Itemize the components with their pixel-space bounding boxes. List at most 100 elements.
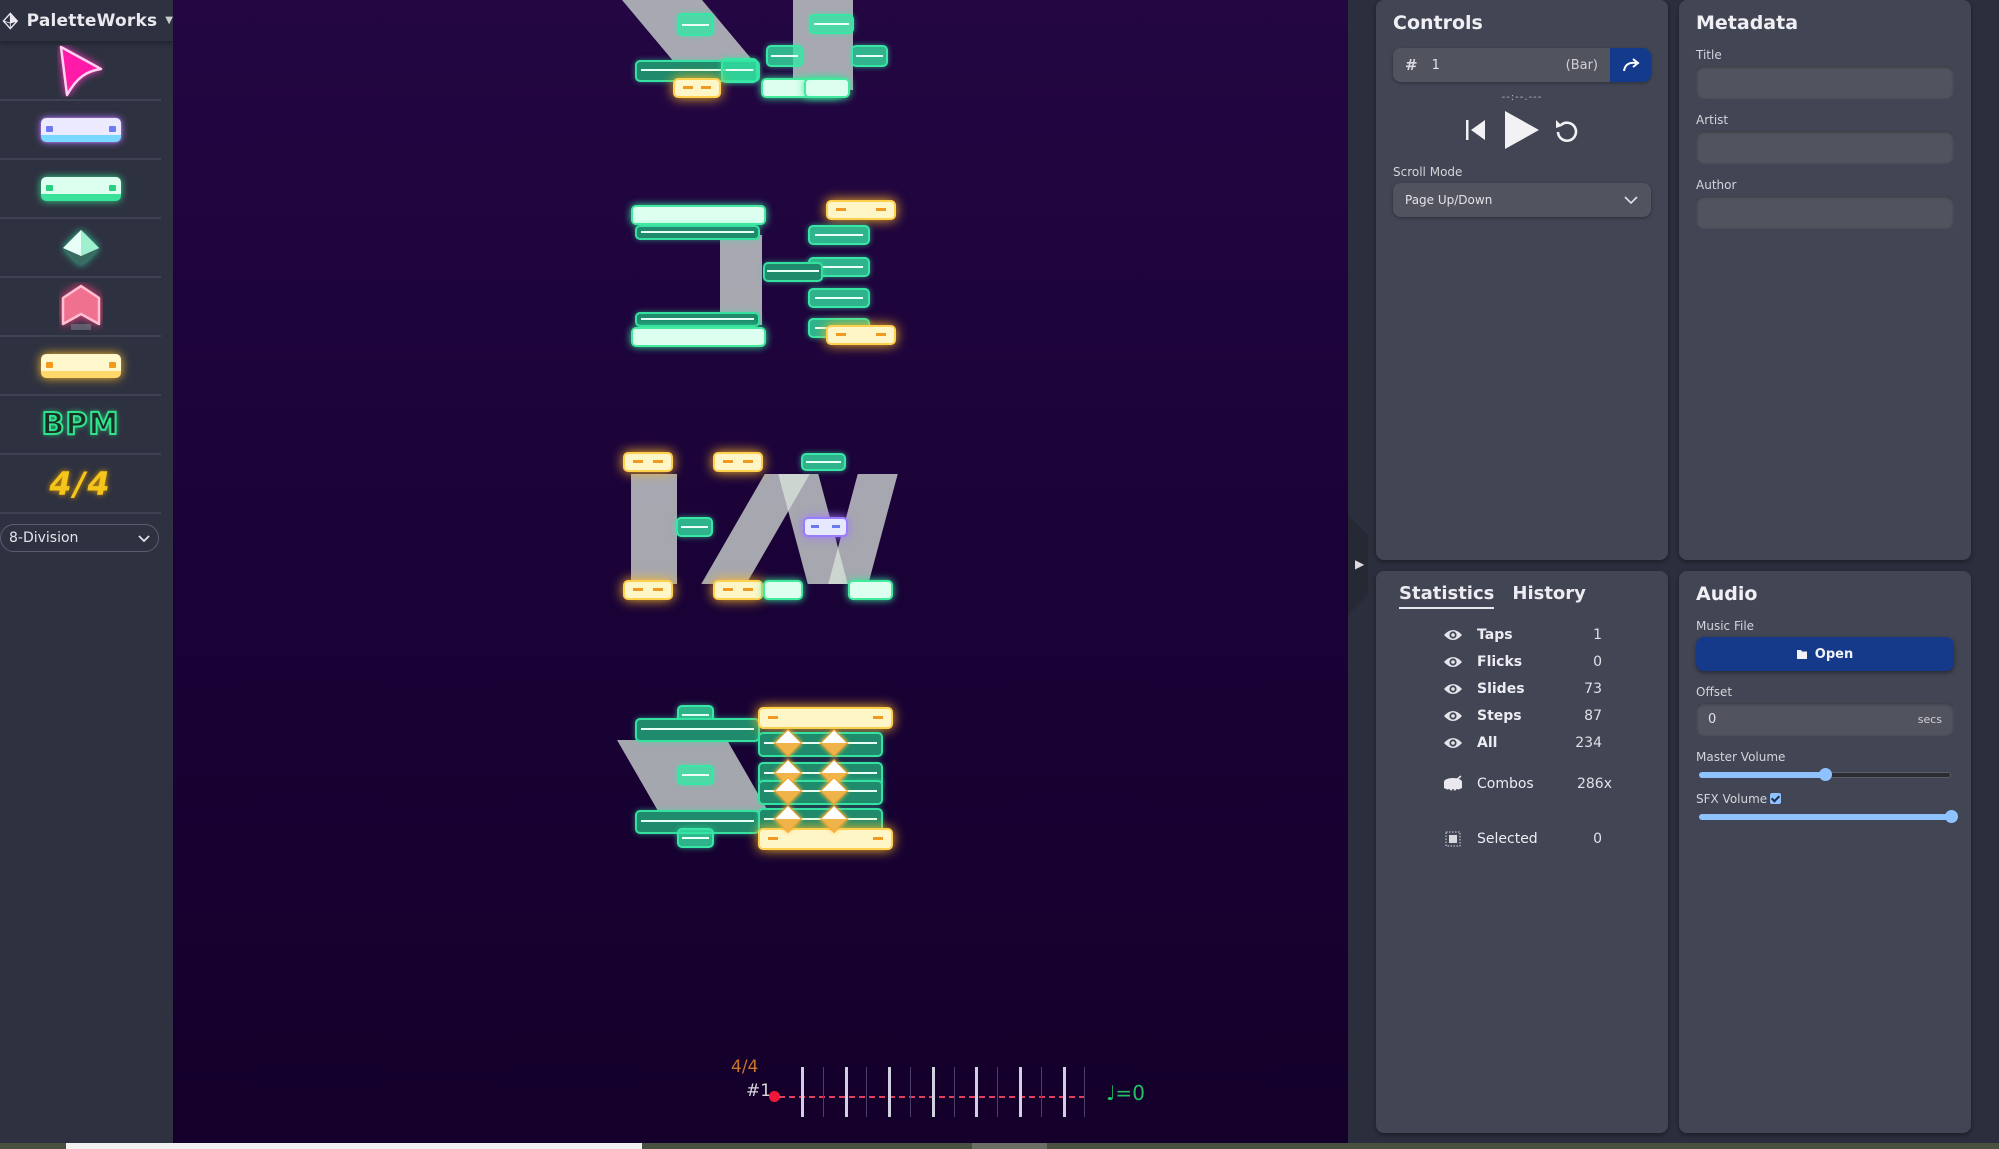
bpm-label: ♩=0	[1106, 1081, 1145, 1105]
transport-controls	[1393, 109, 1651, 151]
title-field[interactable]	[1696, 66, 1954, 99]
slide-node[interactable]	[676, 517, 713, 537]
critical-note[interactable]	[713, 580, 763, 600]
replay-icon[interactable]	[1553, 116, 1581, 144]
artist-field-label: Artist	[1696, 113, 1729, 127]
tap-note[interactable]	[804, 78, 850, 98]
metadata-panel: Metadata Title Artist Author	[1679, 0, 1971, 560]
beat-tick	[822, 1067, 824, 1117]
tab-statistics[interactable]: Statistics	[1399, 583, 1495, 609]
critical-note[interactable]	[623, 580, 673, 600]
sfx-enabled-checkbox[interactable]	[1770, 793, 1782, 804]
eye-icon[interactable]	[1443, 655, 1463, 669]
stat-label: Slides	[1477, 680, 1525, 697]
master-volume-slider[interactable]	[1696, 768, 1954, 782]
stat-label: Taps	[1477, 626, 1513, 643]
slide-node[interactable]	[677, 765, 714, 785]
play-icon[interactable]	[1501, 109, 1541, 151]
eye-icon[interactable]	[1443, 682, 1463, 696]
slide-note[interactable]	[635, 225, 760, 240]
caret-right-icon: ▶	[1355, 557, 1365, 571]
flick-note[interactable]	[803, 517, 848, 537]
slide-node[interactable]	[808, 288, 870, 308]
stat-value: 73	[1584, 680, 1602, 697]
eye-icon[interactable]	[1443, 736, 1463, 750]
stat-row-flicks: Flicks 0	[1393, 648, 1651, 675]
horizontal-scrollbar[interactable]	[0, 1143, 1999, 1149]
stat-row-steps: Steps 87	[1393, 702, 1651, 729]
tap-note[interactable]	[763, 580, 803, 600]
critical-note[interactable]	[758, 707, 893, 729]
hash-icon: #	[1405, 56, 1418, 74]
critical-note[interactable]	[623, 452, 673, 472]
slide-node[interactable]	[809, 14, 854, 34]
stat-label: All	[1477, 734, 1498, 751]
artist-field[interactable]	[1696, 131, 1954, 164]
slide-node[interactable]	[801, 453, 846, 471]
bar-unit-label: (Bar)	[1565, 57, 1598, 73]
beat-tick	[1062, 1067, 1066, 1117]
slide-node[interactable]	[851, 45, 888, 67]
scrollbar-thumb[interactable]	[66, 1143, 642, 1149]
stat-value: 234	[1575, 734, 1602, 751]
offset-label: Offset	[1696, 685, 1733, 699]
note-palette: PaletteWorks ▼ BPM 4/4 8-Division	[0, 0, 173, 1143]
slide-note[interactable]	[635, 312, 760, 327]
sfx-volume-slider[interactable]	[1696, 810, 1958, 824]
tool-tap-note[interactable]	[0, 160, 161, 219]
master-volume-handle[interactable]	[1819, 768, 1832, 781]
critical-note[interactable]	[713, 452, 763, 472]
tool-bpm[interactable]: BPM	[0, 396, 161, 455]
beat-tick	[888, 1067, 892, 1117]
tap-note[interactable]	[631, 327, 766, 347]
bar-input-value: 1	[1431, 57, 1440, 73]
chart-editor-canvas[interactable]: Ait FmtnSbI€KASE 4/4 #1 ♩=0 1.0x	[173, 0, 1348, 1143]
skip-to-start-icon[interactable]	[1463, 117, 1489, 143]
author-field-label: Author	[1696, 178, 1737, 192]
collapse-panel-handle[interactable]: ▶	[1348, 515, 1368, 615]
slide-node[interactable]	[677, 13, 714, 36]
tool-critical-note[interactable]	[0, 337, 161, 396]
sfx-volume-label: SFX Volume	[1696, 792, 1768, 806]
beat-tick	[1084, 1067, 1086, 1117]
bar-input[interactable]: # 1 (Bar)	[1393, 48, 1610, 82]
scroll-mode-select[interactable]: Page Up/Down	[1393, 183, 1651, 217]
critical-note[interactable]	[758, 828, 893, 850]
app-menu[interactable]: PaletteWorks ▼	[0, 0, 173, 42]
stat-row-slides: Slides 73	[1393, 675, 1651, 702]
critical-note[interactable]	[826, 200, 896, 220]
eye-icon[interactable]	[1443, 628, 1463, 642]
timeline-ruler[interactable]: 4/4 #1 ♩=0	[713, 1055, 1183, 1125]
slide-note[interactable]	[763, 262, 823, 282]
slide-note[interactable]	[635, 718, 760, 742]
tool-diamond-step[interactable]	[0, 219, 161, 278]
slide-node[interactable]	[721, 58, 758, 83]
stat-value: 1	[1593, 626, 1602, 643]
tab-history[interactable]: History	[1512, 583, 1586, 609]
controls-panel: Controls # 1 (Bar) --:--.--- Scroll Mode…	[1376, 0, 1668, 560]
slide-node[interactable]	[766, 45, 803, 67]
selected-value: 0	[1593, 830, 1602, 847]
eye-icon[interactable]	[1443, 709, 1463, 723]
tap-note[interactable]	[631, 205, 766, 225]
author-field[interactable]	[1696, 196, 1954, 229]
tool-flick-arrow[interactable]	[0, 278, 161, 337]
critical-note[interactable]	[826, 325, 896, 345]
tool-flick-note[interactable]	[0, 101, 161, 160]
offset-value: 0	[1708, 712, 1717, 727]
slide-node[interactable]	[677, 828, 714, 848]
tool-select[interactable]	[0, 42, 161, 101]
bar-number-label: #1	[746, 1081, 772, 1101]
slide-node[interactable]	[808, 225, 870, 245]
open-button-label: Open	[1814, 646, 1854, 662]
sfx-volume-handle[interactable]	[1945, 810, 1958, 823]
division-select[interactable]: 8-Division	[0, 524, 159, 552]
stat-value: 87	[1584, 707, 1602, 724]
offset-input[interactable]: 0 secs	[1696, 703, 1954, 736]
jump-to-bar-button[interactable]	[1610, 48, 1651, 82]
tool-time-signature[interactable]: 4/4	[0, 455, 161, 514]
open-music-file-button[interactable]: Open	[1696, 637, 1954, 671]
controls-title: Controls	[1393, 12, 1483, 34]
critical-note[interactable]	[673, 78, 721, 98]
tap-note[interactable]	[848, 580, 893, 600]
